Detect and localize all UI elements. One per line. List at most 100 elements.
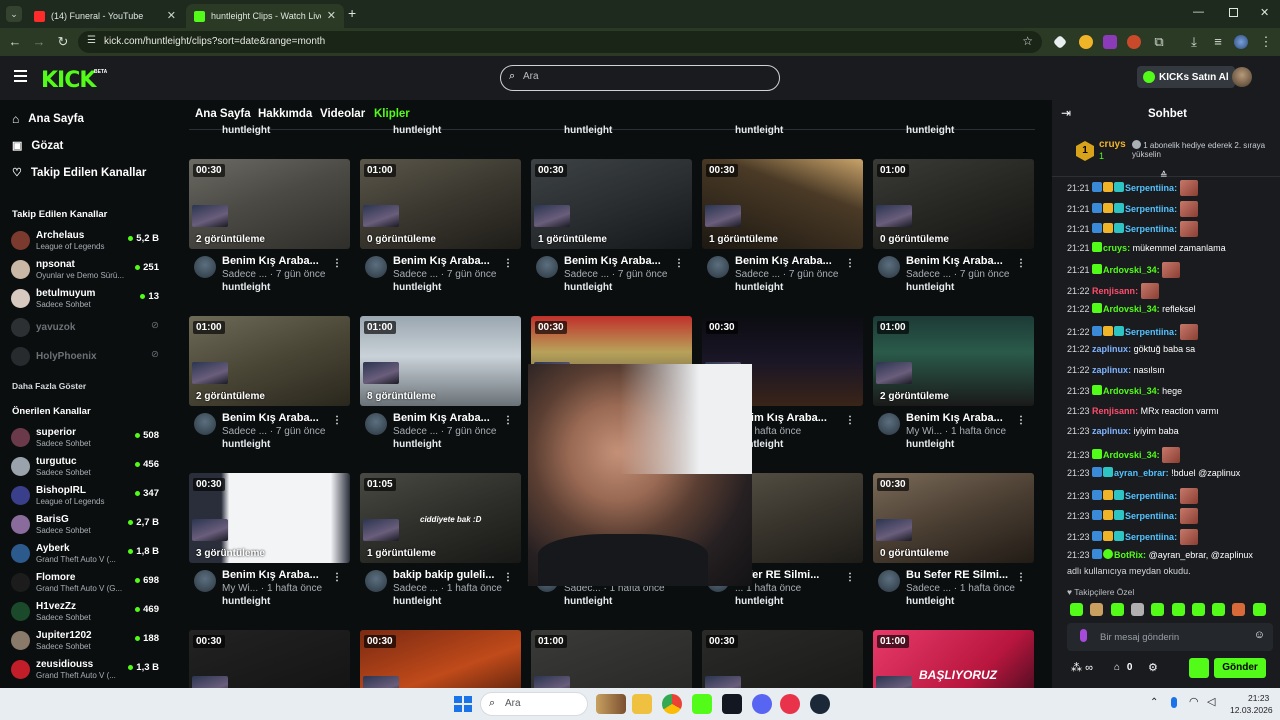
- taskbar-widget-icon[interactable]: [596, 694, 626, 714]
- kick-app-icon[interactable]: [692, 694, 712, 714]
- message-username[interactable]: Renjisann: [1092, 406, 1135, 416]
- streamer-avatar[interactable]: [536, 256, 558, 278]
- extension-icon[interactable]: [1079, 35, 1093, 49]
- user-avatar[interactable]: [1232, 67, 1252, 87]
- chat-message[interactable]: 21:21 Serpentiina:: [1067, 221, 1272, 237]
- sidebar-channel[interactable]: turgutuc Sadece Sohbet 456: [11, 454, 163, 480]
- message-username[interactable]: Serpentiina: [1125, 327, 1174, 337]
- chat-message[interactable]: 21:23 Serpentiina:: [1067, 528, 1272, 545]
- streamer-avatar[interactable]: [707, 256, 729, 278]
- clip-user-partial[interactable]: huntleight: [222, 125, 270, 136]
- clip-username[interactable]: huntleight: [906, 596, 954, 607]
- chat-message[interactable]: 21:22 Serpentiina:: [1067, 323, 1272, 340]
- chat-message[interactable]: 21:21 Serpentiina:: [1067, 200, 1272, 217]
- chat-message[interactable]: 21:22 Renjisann:: [1067, 282, 1272, 299]
- sidebar-channel[interactable]: HolyPhoenix ⊘: [11, 344, 163, 370]
- clip-thumbnail[interactable]: 00:30 3 görüntüleme: [189, 473, 350, 563]
- quick-emote[interactable]: [1090, 603, 1104, 616]
- close-tab-icon[interactable]: ✕: [327, 9, 336, 22]
- more-options-icon[interactable]: ⋮: [503, 572, 513, 583]
- quick-emote[interactable]: [1171, 603, 1185, 616]
- sidebar-channel[interactable]: zeusidiouss Grand Theft Auto V (... 1,3 B: [11, 657, 163, 683]
- nav-browse[interactable]: ▣ Gözat: [12, 139, 63, 153]
- site-info-icon[interactable]: ☰: [87, 35, 96, 46]
- message-username[interactable]: Serpentiina: [1125, 224, 1174, 234]
- streamer-avatar[interactable]: [194, 570, 216, 592]
- message-username[interactable]: Ardovski_34: [1103, 304, 1157, 314]
- quick-emote[interactable]: [1110, 603, 1124, 616]
- infinity-icon[interactable]: ∞: [1085, 662, 1093, 674]
- more-options-icon[interactable]: ⋮: [1016, 258, 1026, 269]
- new-tab-icon[interactable]: +: [348, 5, 356, 21]
- extensions-puzzle-icon[interactable]: ⧉: [1151, 34, 1167, 50]
- menu-icon[interactable]: ⋮: [1258, 34, 1274, 50]
- clip-username[interactable]: huntleight: [222, 282, 270, 293]
- tab-youtube[interactable]: (14) Funeral - YouTube ✕: [26, 4, 184, 28]
- chat-message[interactable]: 21:23 Ardovski_34:: [1067, 446, 1272, 463]
- chat-message[interactable]: 21:22 zaplinux: nasılsın: [1067, 365, 1272, 375]
- sidebar-channel[interactable]: betulmuyum Sadece Sohbet 13: [11, 286, 163, 312]
- clip-title[interactable]: Benim Kış Araba...: [735, 255, 847, 267]
- clip-thumbnail[interactable]: 00:30 0 görüntüleme: [873, 473, 1034, 563]
- sidebar-channel[interactable]: Ayberk Grand Theft Auto V (... 1,8 B: [11, 541, 163, 567]
- extension-icon[interactable]: [1103, 35, 1117, 49]
- steam-icon[interactable]: [810, 694, 830, 714]
- clip-thumbnail[interactable]: 01:00 0 görüntüleme: [360, 159, 521, 249]
- sidebar-channel[interactable]: Jupiter1202 Sadece Sohbet 188: [11, 628, 163, 654]
- clip-thumbnail[interactable]: 01:00 0 görüntüleme: [873, 159, 1034, 249]
- more-options-icon[interactable]: ⋮: [1016, 415, 1026, 426]
- streamer-avatar[interactable]: [194, 413, 216, 435]
- microphone-icon[interactable]: [1171, 697, 1177, 708]
- clip-username[interactable]: huntleight: [564, 282, 612, 293]
- quick-emote[interactable]: [1130, 603, 1144, 616]
- chat-message-input[interactable]: Bir mesaj gönderin ☺: [1067, 623, 1273, 651]
- chat-message[interactable]: 21:21 Serpentiina:: [1067, 180, 1272, 196]
- profile-avatar[interactable]: [1234, 35, 1248, 49]
- chat-message[interactable]: 21:23 zaplinux: iyiyim baba: [1067, 426, 1272, 436]
- clip-title[interactable]: Benim Kış Araba...: [222, 255, 334, 267]
- more-options-icon[interactable]: ⋮: [332, 415, 342, 426]
- clip-username[interactable]: huntleight: [393, 439, 441, 450]
- clip-thumbnail[interactable]: 01:00 2 görüntüleme: [189, 316, 350, 406]
- nav-following[interactable]: ♡ Takip Edilen Kanallar: [12, 166, 146, 180]
- streamer-avatar[interactable]: [194, 256, 216, 278]
- buy-kicks-button[interactable]: KICKs Satın Al: [1137, 66, 1235, 88]
- clip-thumbnail[interactable]: 01:00: [531, 630, 692, 688]
- more-options-icon[interactable]: ⋮: [845, 258, 855, 269]
- more-options-icon[interactable]: ⋮: [845, 415, 855, 426]
- clip-user-partial[interactable]: huntleight: [906, 125, 954, 136]
- clip-user-partial[interactable]: huntleight: [735, 125, 783, 136]
- streamer-avatar[interactable]: [878, 413, 900, 435]
- taskbar-search[interactable]: ⌕ Ara: [480, 692, 588, 716]
- message-username[interactable]: zaplinux: [1092, 426, 1128, 436]
- message-username[interactable]: Renjisann: [1092, 286, 1135, 296]
- sidebar-channel[interactable]: BishopIRL League of Legends 347: [11, 483, 163, 509]
- send-button[interactable]: Gönder: [1214, 658, 1266, 678]
- clip-title[interactable]: Bu Sefer RE Silmi...: [906, 569, 1018, 581]
- chat-message[interactable]: 21:23 Renjisann: MRx reaction varmı: [1067, 406, 1272, 416]
- sidebar-channel[interactable]: BarisG Sadece Sohbet 2,7 B: [11, 512, 163, 538]
- hamburger-menu-icon[interactable]: [14, 70, 27, 82]
- message-username[interactable]: Serpentiina: [1125, 511, 1174, 521]
- tray-chevron-icon[interactable]: ⌃: [1150, 697, 1158, 708]
- clip-thumbnail[interactable]: 00:30: [189, 630, 350, 688]
- chat-message[interactable]: 21:22 zaplinux: göktuğ baba sa: [1067, 344, 1272, 354]
- chat-message[interactable]: 21:23 Serpentiina:: [1067, 508, 1272, 524]
- clip-thumbnail[interactable]: BAŞLIYORUZ 01:00: [873, 630, 1034, 688]
- chat-message[interactable]: 21:23 BotRix: @ayran_ebrar, @zaplinux: [1067, 549, 1272, 560]
- tab-home[interactable]: Ana Sayfa: [195, 108, 251, 120]
- tradingview-icon[interactable]: [722, 694, 742, 714]
- clip-username[interactable]: huntleight: [735, 596, 783, 607]
- sidebar-channel[interactable]: npsonat Oyunlar ve Demo Sürü... 251: [11, 257, 163, 283]
- message-username[interactable]: Ardovski_34: [1103, 265, 1157, 275]
- tab-about[interactable]: Hakkımda: [258, 108, 312, 120]
- tab-clips[interactable]: Klipler: [374, 108, 410, 120]
- message-username[interactable]: Serpentiina: [1125, 532, 1174, 542]
- more-options-icon[interactable]: ⋮: [674, 258, 684, 269]
- clip-user-partial[interactable]: huntleight: [564, 125, 612, 136]
- mic-icon[interactable]: [1080, 629, 1087, 642]
- extension-icon[interactable]: [1127, 35, 1141, 49]
- chat-message[interactable]: 21:21 Ardovski_34:: [1067, 262, 1272, 278]
- quick-emote-icon[interactable]: [1189, 658, 1209, 678]
- message-username[interactable]: ayran_ebrar: [1114, 468, 1166, 478]
